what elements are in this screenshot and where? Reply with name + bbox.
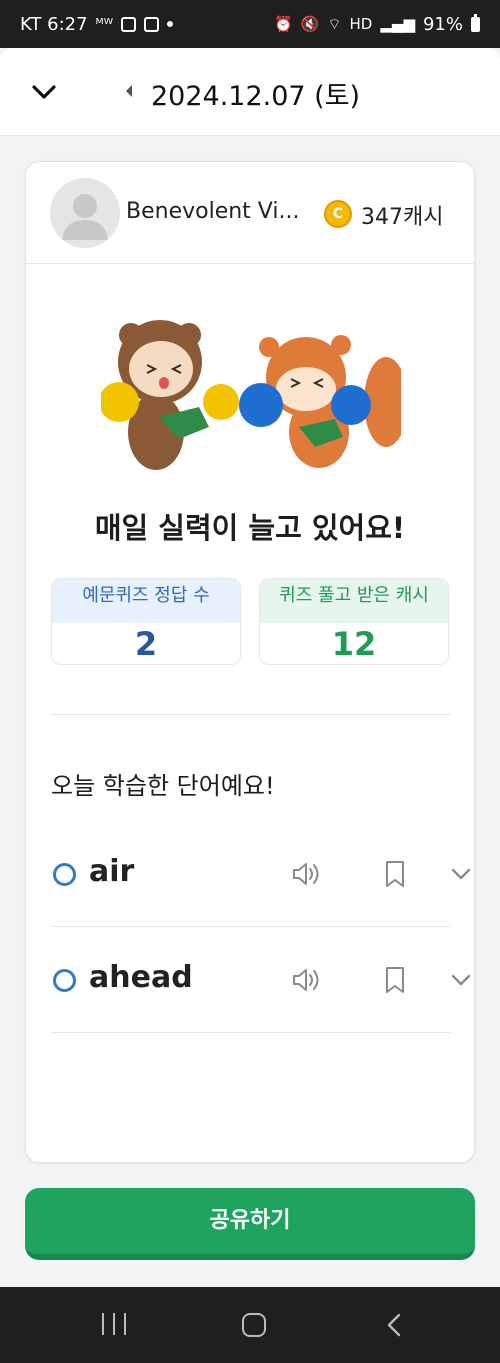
status-bar: KT 6:27 ᴹᵂ ⏰ 🔇 ⌔ HD ▂▄▆ 91%: [0, 0, 500, 48]
hd-icon: HD: [349, 15, 373, 33]
word-row[interactable]: air: [51, 821, 471, 927]
recents-icon[interactable]: [102, 1313, 126, 1337]
section-divider: [51, 714, 451, 715]
summary-card: Benevolent Vi... C 347캐시 매일 실력이 늘고 있어요! …: [25, 161, 475, 1163]
stat-label: 예문퀴즈 정답 수: [52, 579, 240, 623]
previous-date-icon[interactable]: [126, 85, 132, 97]
speaker-icon[interactable]: [291, 967, 321, 993]
status-circle-icon: [53, 969, 76, 992]
bookmark-icon[interactable]: [384, 966, 406, 994]
top-bar: 2024.12.07 (토): [0, 48, 500, 136]
wifi-icon: ⌔: [327, 14, 342, 33]
back-icon[interactable]: [383, 1313, 407, 1337]
word-text: ahead: [89, 960, 193, 995]
home-icon[interactable]: [242, 1313, 266, 1337]
more-notifications-icon: [167, 21, 174, 27]
cheering-mascots-illustration: [101, 320, 401, 470]
bookmark-icon[interactable]: [384, 860, 406, 888]
user-name: Benevolent Vi...: [126, 199, 300, 224]
word-row[interactable]: ahead: [51, 927, 471, 1033]
quiz-correct-stat: 예문퀴즈 정답 수 2: [51, 578, 241, 665]
status-circle-icon: [53, 863, 76, 886]
cash-amount: 347캐시: [361, 205, 444, 230]
chevron-down-icon[interactable]: [451, 970, 471, 990]
battery-icon: [471, 13, 480, 32]
collapse-chevron-icon[interactable]: [30, 78, 58, 106]
profile-header: Benevolent Vi... C 347캐시: [26, 162, 474, 264]
headline: 매일 실력이 늘고 있어요!: [94, 511, 406, 545]
notification-icon: ᴹᵂ: [95, 15, 114, 33]
stat-value: 12: [260, 623, 448, 664]
chevron-down-icon[interactable]: [451, 864, 471, 884]
quiz-cash-stat: 퀴즈 풀고 받은 캐시 12: [259, 578, 449, 665]
image-notification-icon: [144, 16, 160, 32]
stat-label: 퀴즈 풀고 받은 캐시: [260, 579, 448, 623]
signal-icon: ▂▄▆: [380, 15, 415, 33]
system-nav-bar: [0, 1287, 500, 1363]
carrier-time: KT 6:27: [20, 13, 88, 35]
words-section-title: 오늘 학습한 단어예요!: [51, 772, 275, 800]
status-left: KT 6:27 ᴹᵂ: [20, 13, 174, 35]
mute-icon: 🔇: [300, 15, 320, 33]
battery-level: 91%: [422, 13, 463, 35]
avatar: [50, 178, 120, 248]
speaker-icon[interactable]: [291, 861, 321, 887]
date-title: 2024.12.07 (토): [151, 81, 361, 112]
app-notification-icon: [121, 16, 137, 32]
stat-value: 2: [52, 623, 240, 664]
default-avatar-icon: [62, 194, 108, 240]
coin-icon: C: [324, 200, 352, 228]
alarm-icon: ⏰: [274, 15, 293, 33]
word-text: air: [89, 854, 135, 889]
status-right: ⏰ 🔇 ⌔ HD ▂▄▆ 91%: [274, 13, 480, 35]
share-button[interactable]: 공유하기: [25, 1188, 475, 1260]
